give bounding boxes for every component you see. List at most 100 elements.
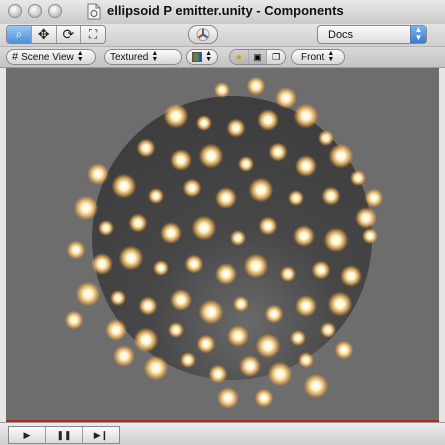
chevron-updown-icon: ▲ ▼ [327,50,335,63]
move-icon: ✥ [37,26,50,42]
particle-sprite [321,186,341,206]
gizmo-toggle[interactable]: ❒ [267,50,285,64]
particle-sprite [280,266,296,282]
particle-sprite [267,361,293,387]
move-tool-button[interactable]: ✥ [32,26,57,43]
particle-sprite [255,333,281,359]
lighting-toggle[interactable]: ● [230,50,249,64]
particle-sprite [334,340,354,360]
particle-sprite [148,188,164,204]
draw-mode-dropdown[interactable]: # Scene View ▲ ▼ [6,49,96,65]
particle-sprite [73,195,99,221]
particle-sprite [268,142,288,162]
chevron-updown-icon: ▲ ▼ [76,50,84,63]
chevron-updown-icon: ▲ ▼ [151,50,159,63]
particle-sprite [217,387,239,409]
play-button[interactable]: ▶ [9,427,46,443]
particle-sprite [168,322,184,338]
step-button[interactable]: ▶❙ [83,427,119,443]
particle-sprite [233,296,249,312]
scene-viewport[interactable] [6,68,439,420]
particle-sprite [170,149,192,171]
particle-sprite [227,325,249,347]
layout-dropdown[interactable]: Docs ▲ ▼ [317,25,427,44]
particle-sprite [311,260,331,280]
particle-sprite [75,281,101,307]
rgb-icon [192,52,203,62]
particle-sprite [239,355,261,377]
particle-sprite [295,295,317,317]
chevron-updown-icon: ▲ ▼ [205,50,212,63]
scene-view-bar: # Scene View ▲ ▼ Textured ▲ ▼ ▲ ▼ ● ▣ ❒ Fro… [0,46,445,68]
particle-sprite [355,207,377,229]
render-mode-value: Textured [110,51,149,63]
view-tool-button[interactable]: ⌕ [7,26,32,43]
particle-sprite [230,230,246,246]
particle-sprite [133,327,159,353]
render-mode-dropdown[interactable]: Textured ▲ ▼ [104,49,182,65]
title-bar[interactable]: ellipsoid P emitter.unity - Components [0,0,445,25]
particle-sprite [318,130,334,146]
particle-sprite [87,163,109,185]
particle-sprite [196,115,212,131]
particle-sprite [184,254,204,274]
particle-sprite [246,76,266,96]
particle-sprite [208,364,228,384]
particle-sprite [105,319,127,341]
particle-sprite [254,388,274,408]
particle-sprite [160,222,182,244]
particle-sprite [136,138,156,158]
particle-sprite [248,177,274,203]
particle-sprite [320,322,336,338]
image-icon: ▣ [253,51,262,62]
particle-sprite [91,253,113,275]
particle-sprite [327,291,353,317]
particle-sprite [138,296,158,316]
magnifier-icon: ⌕ [15,27,23,41]
scale-tool-button[interactable]: ⛶ [81,26,105,43]
unity-logo-icon [196,28,210,41]
unity-logo-button[interactable] [188,25,218,44]
playback-controls: ▶ ❚❚ ▶❙ [8,426,120,444]
scale-icon: ⛶ [88,27,98,41]
particle-sprite [295,155,317,177]
particle-sprite [64,310,84,330]
window-title: ellipsoid P emitter.unity - Components [107,3,344,18]
rotate-tool-button[interactable]: ⟳ [57,26,82,43]
particle-sprite [238,156,254,172]
minimize-window-button[interactable] [28,4,42,18]
particle-sprite [257,109,279,131]
particle-sprite [98,220,114,236]
particle-sprite [290,330,306,346]
particle-sprite [258,216,278,236]
particle-sprite [196,334,216,354]
step-icon: ▶❙ [93,429,109,440]
playback-bar: ▶ ❚❚ ▶❙ [0,422,445,445]
particle-sprite [328,143,354,169]
close-window-button[interactable] [8,4,22,18]
zoom-window-button[interactable] [48,4,62,18]
particle-sprite [362,228,378,244]
editor-window: ellipsoid P emitter.unity - Components ⌕… [0,0,445,445]
view-direction-value: Front [301,51,325,63]
overlay-toggle[interactable]: ▣ [248,50,268,64]
view-direction-dropdown[interactable]: Front ▲ ▼ [291,49,345,65]
main-toolbar: ⌕ ✥ ⟳ ⛶ Docs ▲ ▼ [0,24,445,46]
particle-sprite [350,170,366,186]
particle-sprite [111,173,137,199]
unity-document-icon[interactable] [87,3,101,20]
pause-button[interactable]: ❚❚ [46,427,83,443]
particle-sprite [298,352,314,368]
dropdown-stepper-icon: ▲ ▼ [410,26,426,43]
particle-sprite [293,103,319,129]
particle-sprite [110,290,126,306]
particle-sprite [288,190,304,206]
scene-canvas[interactable] [6,68,439,420]
particle-sprite [198,143,224,169]
particle-sprite [153,260,169,276]
draw-mode-value: Scene View [21,51,74,63]
rotate-icon: ⟳ [62,26,75,42]
particle-sprite [215,187,237,209]
particle-sprite [214,82,230,98]
color-channel-dropdown[interactable]: ▲ ▼ [186,49,218,65]
